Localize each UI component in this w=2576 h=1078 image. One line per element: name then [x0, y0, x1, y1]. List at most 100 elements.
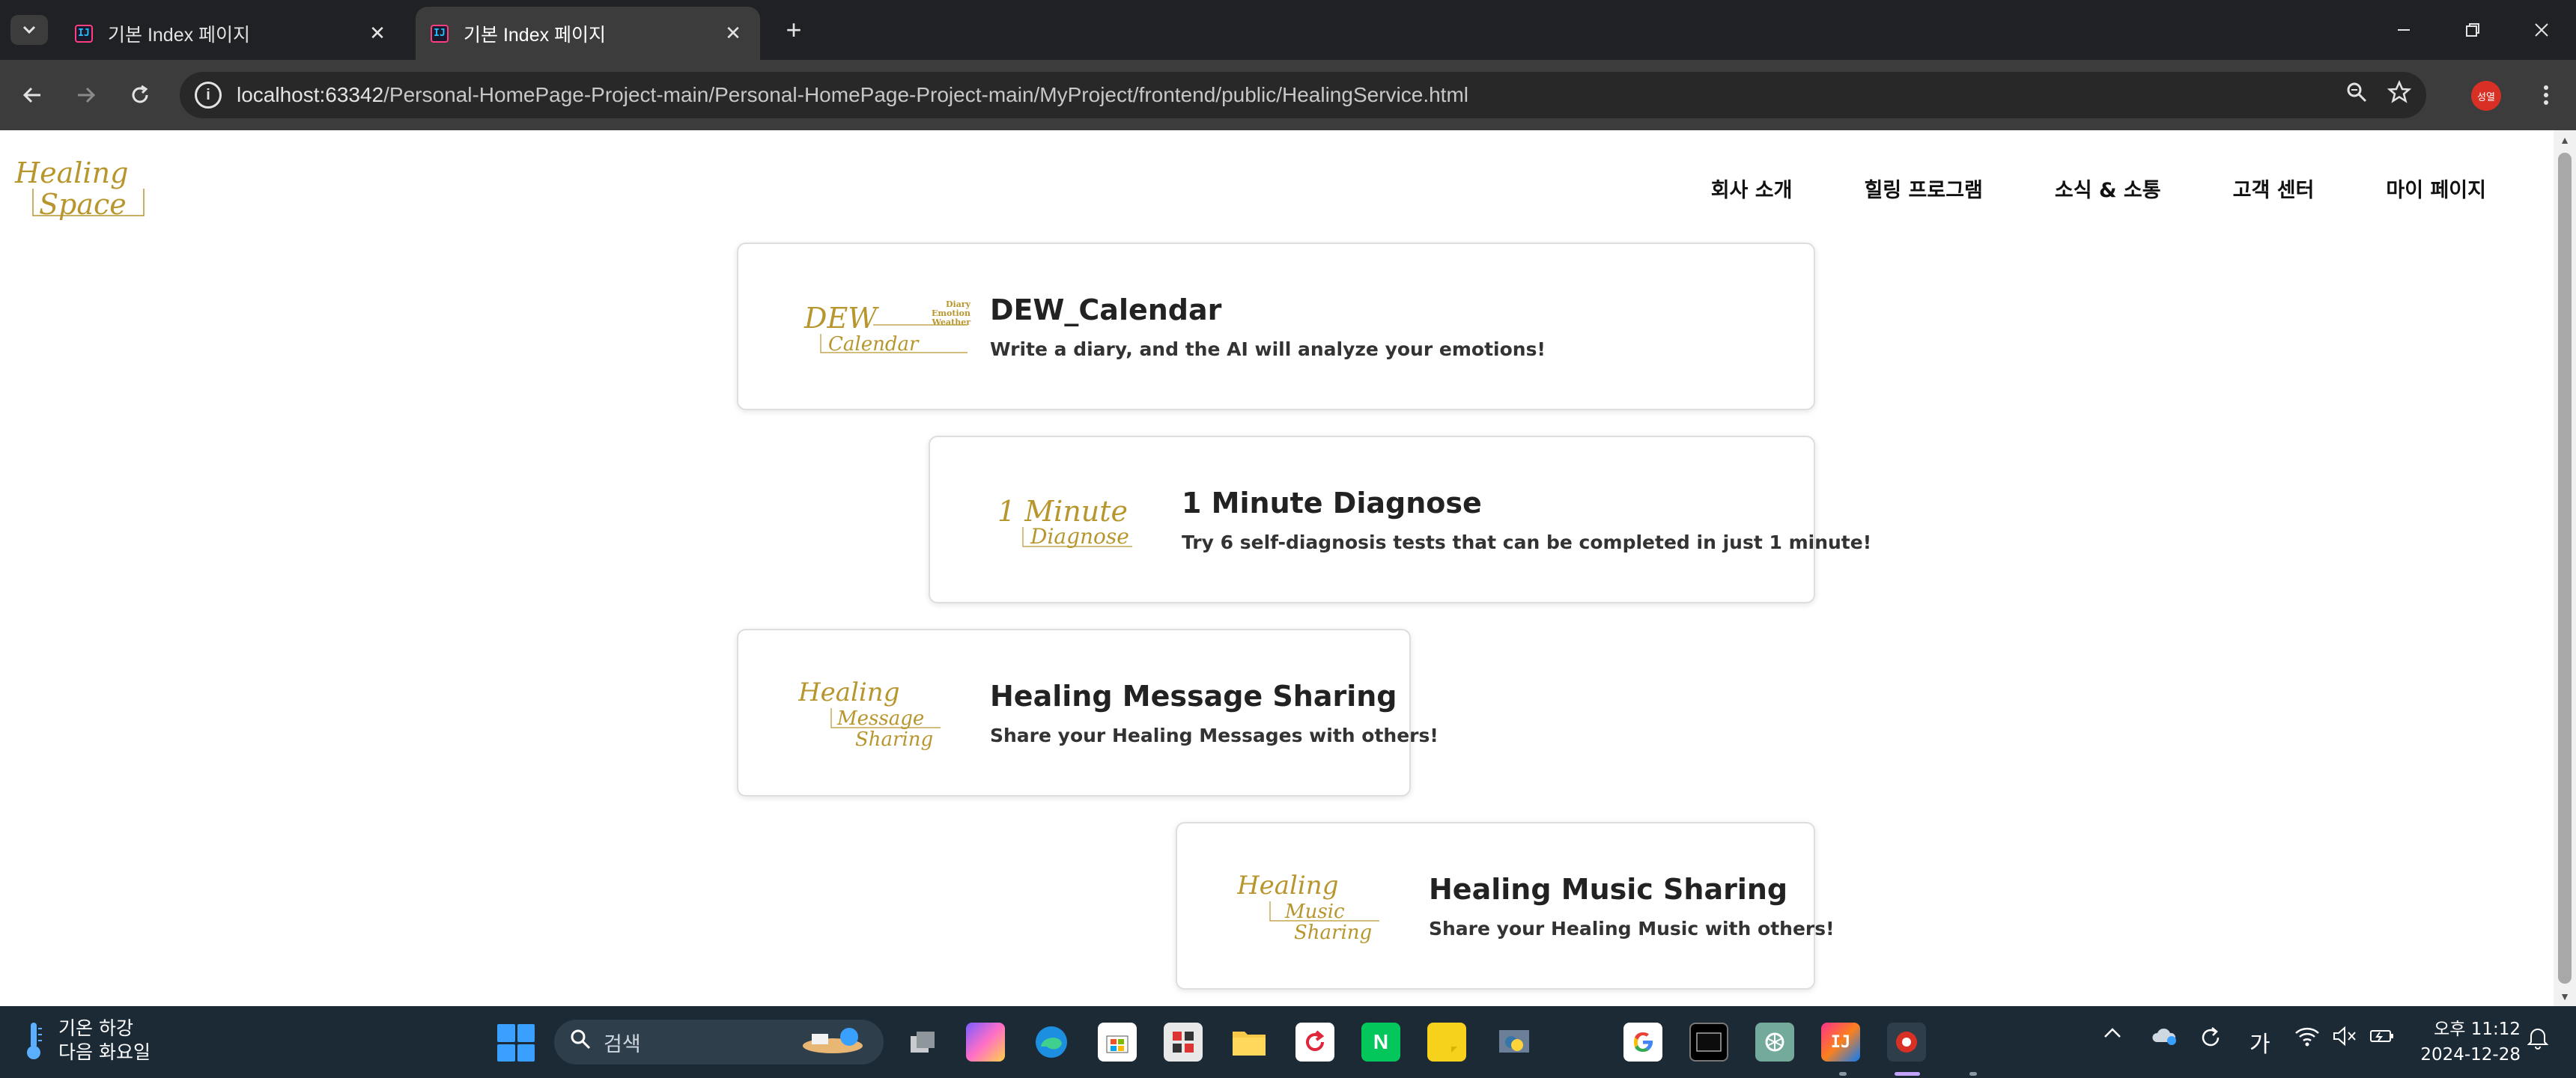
show-hidden-icons-icon[interactable]: [2103, 1026, 2122, 1039]
service-card-1-minute-diagnose[interactable]: 1 Minute Diagnose 1 Minute Diagnose Try …: [929, 436, 1871, 603]
service-card-healing-message-sharing[interactable]: Healing Message Sharing Healing Message …: [737, 629, 1439, 797]
profile-avatar[interactable]: 성열: [2471, 81, 2501, 111]
address-bar[interactable]: i localhost:63342/Personal-HomePage-Proj…: [180, 72, 2426, 118]
browser-tab-strip: IJ 기본 Index 페이지 ✕ IJ 기본 Index 페이지 ✕ +: [0, 0, 2576, 60]
nav-healing-program[interactable]: 힐링 프로그램: [1864, 174, 1982, 203]
site-info-icon[interactable]: i: [195, 82, 222, 109]
service-card-healing-music-sharing[interactable]: Healing Music Sharing Healing Music Shar…: [1176, 822, 1835, 990]
python-idle-icon[interactable]: [1495, 1023, 1534, 1062]
reload-icon[interactable]: [121, 76, 159, 114]
ime-indicator[interactable]: 가: [2250, 1026, 2270, 1059]
search-placeholder: 검색: [604, 1032, 641, 1056]
chatgpt-icon[interactable]: [1755, 1023, 1794, 1062]
volume-muted-icon[interactable]: [2332, 1026, 2357, 1047]
intellij-favicon-icon: IJ: [431, 24, 449, 43]
nav-company-intro[interactable]: 회사 소개: [1711, 174, 1793, 203]
nav-my-page[interactable]: 마이 페이지: [2386, 174, 2486, 203]
1-minute-diagnose-logo: 1 Minute Diagnose: [997, 495, 1132, 549]
taskbar-indicator: [1969, 1072, 1977, 1076]
scroll-down-icon[interactable]: ▼: [2554, 987, 2576, 1006]
wifi-icon[interactable]: [2294, 1026, 2320, 1047]
intellij-favicon-icon: IJ: [75, 24, 93, 43]
card-text: Healing Message Sharing Share your Heali…: [990, 680, 1439, 746]
onedrive-icon[interactable]: [2151, 1026, 2178, 1047]
new-tab-icon[interactable]: +: [779, 14, 809, 45]
scroll-up-icon[interactable]: ▲: [2554, 130, 2576, 150]
intellij-idea-icon[interactable]: IJ: [1821, 1023, 1860, 1062]
forward-arrow-icon[interactable]: [67, 76, 105, 114]
svg-text:Diagnose: Diagnose: [1030, 524, 1129, 549]
taskbar-clock[interactable]: 오후 11:12 2024-12-28: [2420, 1017, 2521, 1068]
microsoft-store-icon[interactable]: [1098, 1023, 1137, 1062]
restore-icon[interactable]: [2438, 0, 2507, 60]
nav-customer-center[interactable]: 고객 센터: [2233, 174, 2315, 203]
url-text[interactable]: localhost:63342/Personal-HomePage-Projec…: [237, 83, 1468, 107]
card-description: Share your Healing Music with others!: [1429, 917, 1835, 940]
page-scrollbar[interactable]: ▲ ▼: [2554, 130, 2576, 1006]
taskbar-search-box[interactable]: 검색: [554, 1020, 884, 1065]
taskbar-active-indicator: [1895, 1072, 1920, 1076]
card-text: 1 Minute Diagnose Try 6 self-diagnosis t…: [1182, 487, 1871, 553]
weather-line-1: 기온 하강: [58, 1017, 133, 1039]
card-text: Healing Music Sharing Share your Healing…: [1429, 873, 1835, 940]
edge-browser-icon[interactable]: [1032, 1023, 1071, 1062]
logo-word-healing: Healing: [14, 156, 128, 189]
google-icon[interactable]: [1623, 1023, 1662, 1062]
sync-tray-icon[interactable]: [2199, 1026, 2223, 1050]
card-title: Healing Music Sharing: [1429, 872, 1788, 906]
windows-taskbar: 기온 하강 다음 화요일 검색 N IJ 가 오후 11:12 2024-12-…: [0, 1006, 2576, 1078]
svg-text:1 Minute: 1 Minute: [997, 495, 1128, 528]
svg-text:Healing: Healing: [1237, 871, 1338, 901]
sticky-notes-icon[interactable]: [1427, 1023, 1466, 1062]
healing-music-sharing-logo: Healing Music Sharing: [1237, 871, 1379, 944]
card-title: 1 Minute Diagnose: [1182, 486, 1482, 520]
clock-date: 2024-12-28: [2420, 1045, 2521, 1065]
windows-start-icon[interactable]: [497, 1024, 535, 1062]
browser-toolbar: i localhost:63342/Personal-HomePage-Proj…: [0, 60, 2576, 130]
file-explorer-icon[interactable]: [1230, 1023, 1269, 1062]
battery-icon[interactable]: [2369, 1026, 2395, 1047]
more-menu-icon[interactable]: [2531, 76, 2561, 114]
terminal-icon[interactable]: [1689, 1023, 1728, 1062]
service-card-dew-calendar[interactable]: DEW Calendar Diary Emotion Weather DEW_C…: [737, 243, 1815, 410]
card-description: Try 6 self-diagnosis tests that can be c…: [1182, 531, 1872, 553]
healing-space-logo[interactable]: Healing Space: [12, 153, 147, 221]
app-dashboard-icon[interactable]: [1164, 1023, 1203, 1062]
search-highlight-icon: [797, 1023, 872, 1062]
omnibox-actions: [2345, 72, 2412, 118]
svg-text:Message: Message: [836, 707, 924, 730]
weather-widget[interactable]: 기온 하강 다음 화요일: [22, 1017, 151, 1065]
svg-text:DEW: DEW: [804, 302, 879, 335]
svg-text:Sharing: Sharing: [1294, 922, 1372, 944]
back-arrow-icon[interactable]: [13, 76, 51, 114]
tab-close-icon[interactable]: ✕: [721, 22, 745, 46]
thermometer-icon: [22, 1018, 45, 1063]
card-title: Healing Message Sharing: [990, 679, 1397, 713]
svg-text:Sharing: Sharing: [855, 728, 933, 751]
card-description: Share your Healing Messages with others!: [990, 724, 1439, 746]
close-window-icon[interactable]: [2507, 0, 2576, 60]
url-path: /Personal-HomePage-Project-main/Personal…: [383, 83, 1468, 106]
copilot-icon[interactable]: [966, 1023, 1005, 1062]
browser-tab-1[interactable]: IJ 기본 Index 페이지 ✕: [60, 7, 404, 60]
notification-bell-icon[interactable]: [2527, 1026, 2549, 1050]
chevron-down-icon: [22, 25, 36, 34]
sync-app-icon[interactable]: [1295, 1023, 1334, 1062]
svg-text:Healing: Healing: [798, 677, 899, 707]
tab-search-button[interactable]: [10, 15, 48, 45]
minimize-icon[interactable]: [2369, 0, 2438, 60]
nav-news-community[interactable]: 소식 & 소통: [2055, 174, 2161, 203]
card-title: DEW_Calendar: [990, 293, 1222, 326]
healing-message-sharing-logo: Healing Message Sharing: [798, 677, 941, 751]
tab-title: 기본 Index 페이지: [464, 24, 607, 46]
naver-icon[interactable]: N: [1361, 1023, 1400, 1062]
bookmark-star-icon[interactable]: [2387, 79, 2412, 110]
scrollbar-thumb[interactable]: [2558, 153, 2572, 984]
chrome-profile-taskbar-icon[interactable]: [1887, 1023, 1926, 1062]
tab-close-icon[interactable]: ✕: [365, 22, 389, 46]
zoom-icon[interactable]: [2345, 81, 2368, 109]
task-view-icon[interactable]: [903, 1023, 942, 1062]
browser-tab-2[interactable]: IJ 기본 Index 페이지 ✕: [416, 7, 760, 60]
search-icon: [569, 1028, 592, 1056]
dew-calendar-logo: DEW Calendar Diary Emotion Weather: [804, 299, 971, 356]
